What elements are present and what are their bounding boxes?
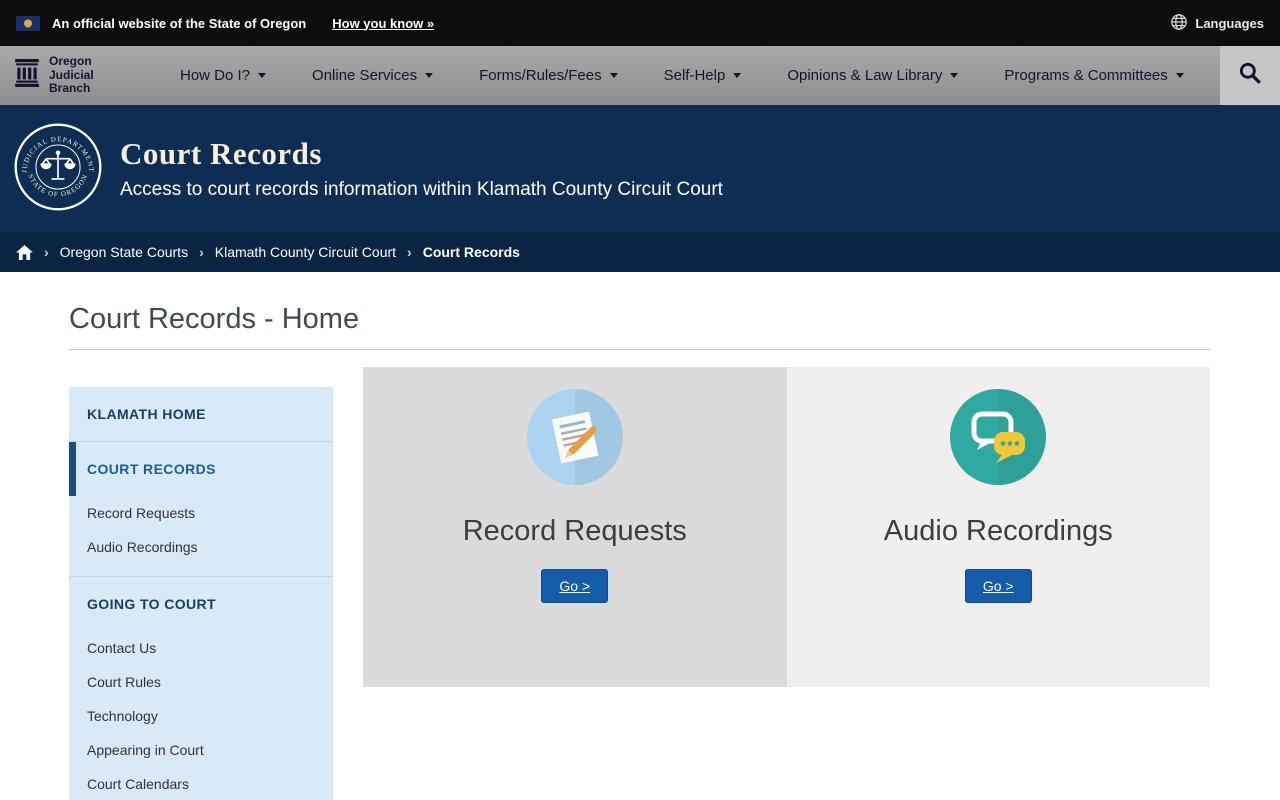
sidebar-item-court-rules[interactable]: Court Rules (69, 665, 333, 699)
chevron-down-icon (258, 73, 267, 78)
main-content: Court Records - Home KLAMATH HOME COURT … (0, 303, 1280, 800)
breadcrumb-klamath-county[interactable]: Klamath County Circuit Court (215, 244, 396, 260)
record-requests-go-button[interactable]: Go > (541, 569, 609, 603)
nav-item-self-help[interactable]: Self-Help (664, 67, 742, 84)
search-button[interactable] (1220, 46, 1280, 105)
audio-recordings-title: Audio Recordings (883, 515, 1113, 547)
nav-menu: How Do I? Online Services Forms/Rules/Fe… (180, 46, 1220, 105)
card-grid: Record Requests Go > Audio Recordings Go… (363, 367, 1210, 800)
globe-icon (1170, 13, 1188, 34)
sidebar-item-klamath-home[interactable]: KLAMATH HOME (69, 387, 333, 441)
page-title: Court Records - Home (69, 303, 360, 335)
sidebar-item-audio-recordings[interactable]: Audio Recordings (69, 530, 333, 564)
ojd-logo[interactable]: Oregon Judicial Branch (0, 46, 156, 105)
nav-item-online-services[interactable]: Online Services (312, 67, 434, 84)
sidebar-item-technology[interactable]: Technology (69, 699, 333, 733)
record-requests-title: Record Requests (462, 515, 687, 547)
oregon-flag-icon (16, 15, 40, 31)
nav-item-opinions-law-library[interactable]: Opinions & Law Library (787, 67, 959, 84)
sidebar-item-court-calendars[interactable]: Court Calendars (69, 767, 333, 800)
sidebar-item-record-requests[interactable]: Record Requests (69, 496, 333, 530)
search-icon (1237, 60, 1263, 91)
official-banner: An official website of the State of Oreg… (0, 0, 1280, 46)
nav-item-forms-rules-fees[interactable]: Forms/Rules/Fees (479, 67, 618, 84)
breadcrumb-oregon-state-courts[interactable]: Oregon State Courts (60, 244, 188, 260)
chevron-right-icon: › (407, 244, 412, 260)
audio-recordings-icon (950, 389, 1047, 490)
languages-label: Languages (1195, 15, 1264, 31)
judicial-department-seal: JUDICIAL DEPARTMENT STATE OF OREGON (12, 121, 104, 218)
page-hero: JUDICIAL DEPARTMENT STATE OF OREGON Cour… (0, 105, 1280, 232)
chevron-down-icon (609, 73, 618, 78)
hero-subtitle: Access to court records information with… (120, 179, 723, 200)
breadcrumb-court-records: Court Records (422, 244, 520, 260)
brand-text: Oregon Judicial Branch (49, 53, 94, 96)
how-you-know-link[interactable]: How you know » (332, 16, 434, 31)
title-divider (69, 349, 1210, 350)
main-navigation: Oregon Judicial Branch How Do I? Online … (0, 46, 1280, 105)
chevron-right-icon: › (44, 244, 49, 260)
pillar-icon (14, 59, 40, 92)
breadcrumb: › Oregon State Courts › Klamath County C… (0, 232, 1280, 272)
chevron-down-icon (950, 73, 959, 78)
record-requests-icon (526, 389, 623, 490)
hero-title: Court Records (120, 136, 322, 171)
languages-button[interactable]: Languages (1170, 13, 1264, 34)
nav-item-how-do-i[interactable]: How Do I? (180, 67, 267, 84)
official-website-text: An official website of the State of Oreg… (52, 15, 307, 31)
sidebar-item-contact-us[interactable]: Contact Us (69, 631, 333, 665)
chevron-right-icon: › (199, 244, 204, 260)
chevron-down-icon (733, 73, 742, 78)
audio-recordings-card[interactable]: Audio Recordings Go > (786, 367, 1210, 687)
sidebar-item-appearing-in-court[interactable]: Appearing in Court (69, 733, 333, 767)
sidebar-item-court-records[interactable]: COURT RECORDS (69, 442, 333, 496)
sidebar: KLAMATH HOME COURT RECORDS Record Reques… (69, 387, 333, 800)
audio-recordings-go-button[interactable]: Go > (964, 569, 1032, 603)
nav-item-programs-committees[interactable]: Programs & Committees (1004, 67, 1184, 84)
sidebar-item-going-to-court[interactable]: GOING TO COURT (69, 577, 333, 631)
home-icon[interactable] (16, 244, 33, 260)
chevron-down-icon (425, 73, 434, 78)
record-requests-card[interactable]: Record Requests Go > (363, 367, 787, 687)
chevron-down-icon (1175, 73, 1184, 78)
